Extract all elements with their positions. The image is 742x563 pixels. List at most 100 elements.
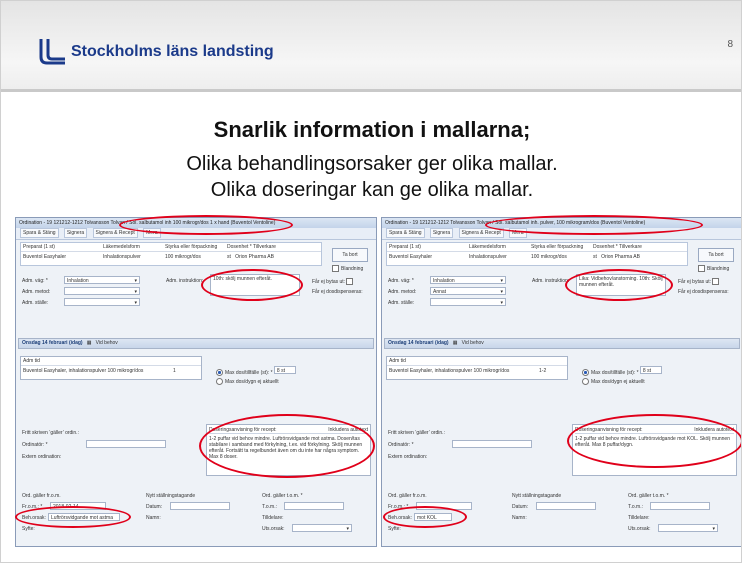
max-dose-radio[interactable]: Max dos/tillfälle (st): * 8 st (582, 366, 662, 377)
valid-from-input[interactable]: 2018-02-14 (50, 502, 106, 510)
as-needed-tab[interactable]: Vid behov (462, 340, 484, 346)
reason-input[interactable]: Luftrörsvidgande mot astma (48, 513, 120, 521)
no-replace-label: Får ej bytas ut: (678, 278, 721, 285)
valid-from-date-label: Fr.o.m.: * (22, 504, 43, 510)
max-dose-input[interactable]: 8 st (273, 366, 296, 374)
grid-header: Preparat (1 st) Läkemedelsform Styrka el… (21, 243, 321, 252)
blend-checkbox[interactable]: Blandning (332, 265, 363, 272)
next-check-label: Nytt ställningstagande (512, 493, 562, 499)
no-dispense-text: Får ej dosdispenseras: (678, 289, 729, 295)
no-replace-checkbox[interactable] (712, 278, 720, 285)
note-header: Doseringsanvisning för recept: Inkludera … (575, 427, 734, 434)
valid-to-date-label: T.o.m.: (262, 504, 278, 510)
valid-from-date-label: Fr.o.m.: * (388, 504, 409, 510)
table-row[interactable]: Buventol Easyhaler Inhalationspulver 100… (387, 252, 687, 262)
ordinator-input[interactable] (452, 440, 532, 448)
slide-subtitle-1: Olika behandlingsorsaker ger olika malla… (186, 153, 558, 175)
end-reason-label: Uts.orsak: (628, 526, 651, 532)
page-number: 8 (727, 39, 733, 50)
col-strength: Styrka eller förpackning (165, 244, 218, 250)
instruction-field[interactable]: 10th: skölj munnen efteråt. (210, 274, 300, 296)
drug-grid: Preparat (1 st) Läkemedelsform Styrka el… (386, 242, 688, 266)
valid-from-input[interactable] (416, 502, 472, 510)
cell-preparat: Buventol Easyhaler (23, 254, 67, 260)
free-text-label: Fritt skriven ‘gäller’ ordin.: (388, 430, 445, 436)
end-reason-select[interactable] (658, 524, 718, 532)
col-form: Läkemedelsform (469, 244, 506, 250)
valid-to-label: Ord. gäller t.o.m. * (628, 493, 669, 499)
ordination-window-right: Ordination - 19 121212-1212 Tolvansson T… (381, 217, 741, 547)
method-select[interactable]: Annat (430, 287, 506, 295)
table-row[interactable]: Buventol Easyhaler, inhalationspulver 10… (387, 366, 567, 376)
remove-button[interactable]: Ta bort (332, 248, 368, 262)
sign-button[interactable]: Signera (429, 228, 454, 238)
drug-grid: Preparat (1 st) Läkemedelsform Styrka el… (20, 242, 322, 266)
instruction-field[interactable]: Lika: Vidbehov/anstorning. 10th: Skölj m… (576, 274, 666, 296)
place-select[interactable] (64, 298, 140, 306)
cell-unit-value: st (593, 254, 597, 260)
no-replace-checkbox[interactable] (346, 278, 354, 285)
ordination-window-left: Ordination - 19 121212-1212 Tolvansson T… (15, 217, 377, 547)
radio-dot (582, 378, 589, 385)
place-label: Adm. ställe: (22, 300, 49, 306)
radio-dot (216, 369, 223, 377)
window-toolbar: Spara & Stäng Signera Signera & Recept M… (382, 228, 741, 240)
more-button[interactable]: Mera (143, 228, 161, 238)
dose-row-label: Buventol Easyhaler, inhalationspulver 10… (23, 368, 144, 374)
no-replace-text: Får ej bytas ut: (678, 278, 712, 285)
dose-row-label: Buventol Easyhaler, inhalationspulver 10… (389, 368, 510, 374)
save-close-button[interactable]: Spara & Stäng (20, 228, 59, 238)
sign-recipe-button[interactable]: Signera & Recept (92, 228, 138, 238)
window-titlebar: Ordination - 19 121212-1212 Tolvansson T… (16, 218, 376, 228)
remove-button[interactable]: Ta bort (698, 248, 734, 262)
note-header: Doseringsanvisning för recept: Inkludera … (209, 427, 368, 434)
instruction-label: Adm. instruktion: (532, 278, 570, 284)
header-divider (1, 89, 741, 92)
org-name: Stockholms läns landsting (71, 43, 274, 60)
cell-preparat: Buventol Easyhaler (389, 254, 433, 260)
date-section-header: Onsdag 14 februari (idag) ▦ Vid behov (384, 338, 740, 349)
sign-button[interactable]: Signera (63, 228, 88, 238)
note-autotext-label: Inkludera autotext (328, 427, 368, 433)
extern-label: Extern ordination: (388, 454, 428, 460)
valid-from-label: Ord. gäller fr.o.m. (22, 493, 61, 499)
dose-table: Adm tid Buventol Easyhaler, inhalationsp… (386, 356, 568, 380)
max-dose-label: Max dos/tillfälle (st): * (225, 370, 273, 376)
date-input[interactable] (170, 502, 230, 510)
no-replace-label: Får ej bytas ut: (312, 278, 355, 285)
window-title: Ordination - 19 121212-1212 Tolvansson T… (19, 220, 276, 226)
valid-to-input[interactable] (650, 502, 710, 510)
route-select[interactable]: Inhalation (64, 276, 140, 284)
table-row[interactable]: Buventol Easyhaler, inhalationspulver 10… (21, 366, 201, 376)
method-select[interactable] (64, 287, 140, 295)
dose-table: Adm tid Buventol Easyhaler, inhalationsp… (20, 356, 202, 380)
sign-recipe-button[interactable]: Signera & Recept (458, 228, 504, 238)
end-reason-select[interactable] (292, 524, 352, 532)
grid-header: Preparat (1 st) Läkemedelsform Styrka el… (387, 243, 687, 252)
dose-instruction-note[interactable]: Doseringsanvisning för recept: Inkludera … (206, 424, 371, 476)
save-close-button[interactable]: Spara & Stäng (386, 228, 425, 238)
dose-row-value: 1 (173, 368, 176, 374)
date-input[interactable] (536, 502, 596, 510)
max-dose-radio[interactable]: Max dos/tillfälle (st): * 8 st (216, 366, 296, 377)
max-dose-input[interactable]: 8 st (639, 366, 662, 374)
checkbox-box (332, 265, 339, 272)
date-header: Onsdag 14 februari (idag) (22, 340, 83, 346)
ordinator-input[interactable] (86, 440, 166, 448)
max-not-current-radio[interactable]: Max dos/dygn ej aktuellt (216, 378, 279, 385)
valid-to-input[interactable] (284, 502, 344, 510)
date-label: Datum: (146, 504, 163, 510)
max-not-current-label: Max dos/dygn ej aktuellt (591, 378, 645, 385)
reason-input[interactable]: mot KOL (414, 513, 452, 521)
cell-form: Inhalationspulver (469, 254, 507, 260)
max-not-current-radio[interactable]: Max dos/dygn ej aktuellt (582, 378, 645, 385)
more-button[interactable]: Mera (509, 228, 527, 238)
route-select[interactable]: Inhalation (430, 276, 506, 284)
date-label: Datum: (512, 504, 529, 510)
tilldel-label: Tilldelare: (628, 515, 650, 521)
blend-checkbox[interactable]: Blandning (698, 265, 729, 272)
dose-instruction-note[interactable]: Doseringsanvisning för recept: Inkludera … (572, 424, 737, 476)
place-select[interactable] (430, 298, 506, 306)
table-row[interactable]: Buventol Easyhaler Inhalationspulver 100… (21, 252, 321, 262)
as-needed-tab[interactable]: Vid behov (96, 340, 118, 346)
